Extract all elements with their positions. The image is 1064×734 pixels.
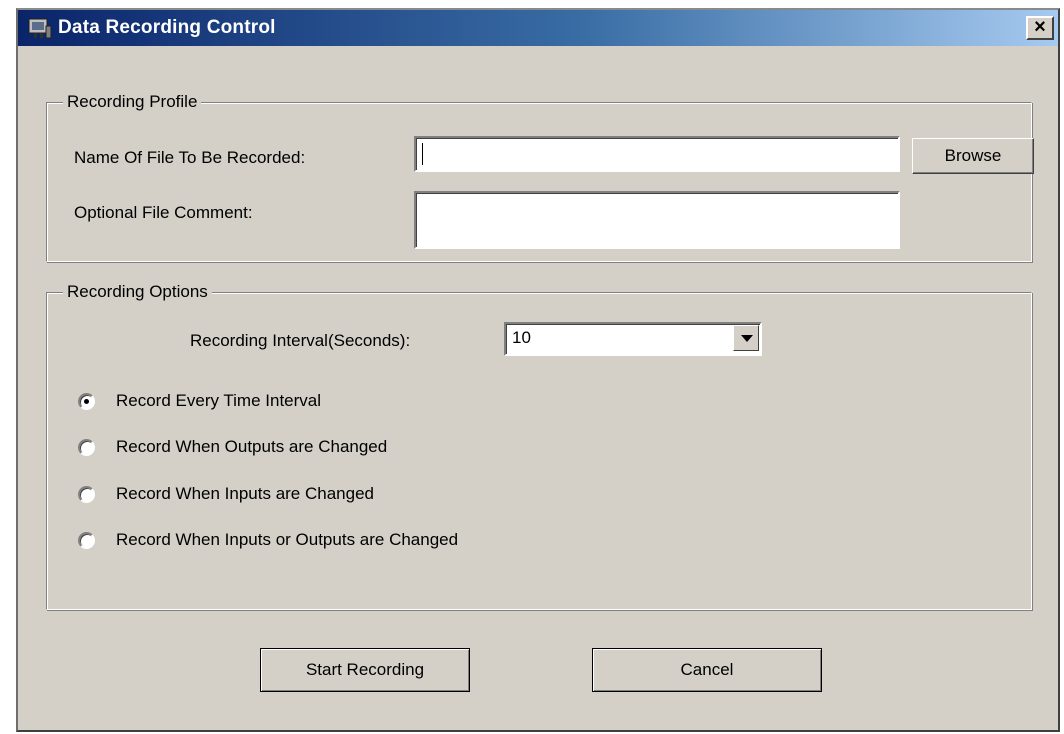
comment-input[interactable] [414,191,900,249]
radio-button-checked[interactable] [78,393,95,410]
radio-button[interactable] [78,439,95,456]
radio-label: Record Every Time Interval [116,391,322,410]
recorder-app-icon [28,18,52,39]
recording-options-legend: Recording Options [63,281,212,303]
title-bar[interactable]: Data Recording Control × [18,10,1058,46]
radio-label: Record When Outputs are Changed [116,437,388,456]
radio-button[interactable] [78,532,95,549]
interval-select[interactable]: 10 [504,322,762,356]
file-name-label: Name Of File To Be Recorded: [74,148,306,167]
cancel-button[interactable]: Cancel [592,648,822,692]
window-title: Data Recording Control [58,17,276,38]
comment-label: Optional File Comment: [74,203,253,222]
browse-button[interactable]: Browse [912,138,1034,174]
chevron-down-icon[interactable] [733,325,759,351]
text-caret [422,143,423,165]
recording-profile-legend: Recording Profile [63,91,202,113]
file-name-input[interactable] [414,136,900,172]
start-recording-button[interactable]: Start Recording [260,648,470,692]
radio-button[interactable] [78,486,95,503]
close-icon[interactable]: × [1026,16,1054,40]
radio-label: Record When Inputs are Changed [116,484,374,503]
dialog-window: Data Recording Control × Recording Profi… [16,8,1060,732]
radio-label: Record When Inputs or Outputs are Change… [116,530,459,549]
interval-label: Recording Interval(Seconds): [190,331,411,350]
interval-value: 10 [512,328,531,347]
